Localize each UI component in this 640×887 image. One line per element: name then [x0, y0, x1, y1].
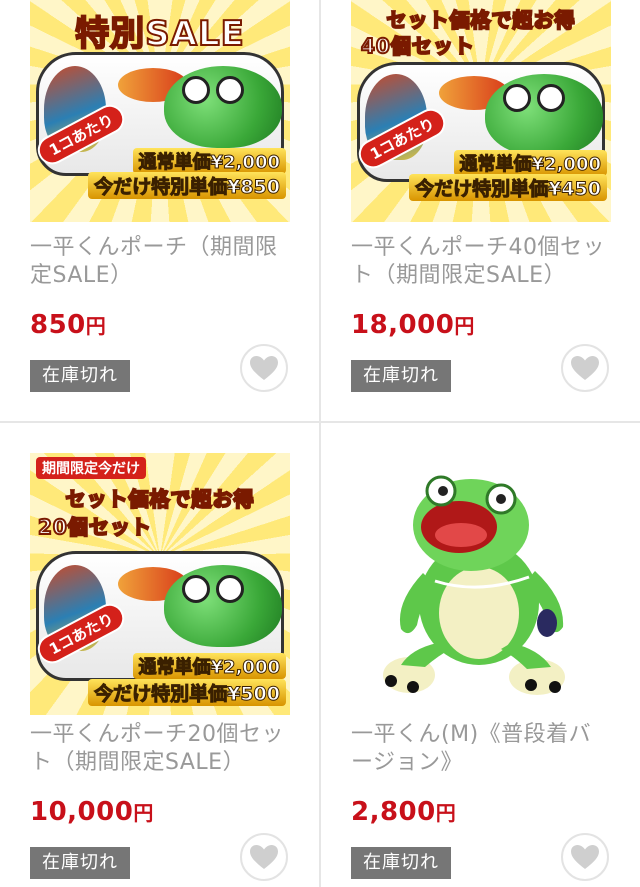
sold-out-badge: 在庫切れ: [30, 847, 130, 879]
product-title[interactable]: 一平くんポーチ（期間限定SALE）: [30, 234, 292, 290]
heart-icon: [250, 845, 278, 869]
currency-label: 円: [85, 314, 107, 338]
sold-out-badge: 在庫切れ: [351, 847, 451, 879]
promo-headline: セット価格で超お得: [65, 486, 255, 512]
promo-subheadline: 20個セット: [37, 514, 152, 540]
regular-unit-price: 通常単価¥2,000: [132, 148, 286, 174]
regular-unit-price: 通常単価¥2,000: [453, 150, 607, 176]
limited-time-tag: 期間限定今だけ: [36, 457, 146, 479]
frog-character: [164, 565, 282, 647]
heart-icon: [250, 356, 278, 380]
price-value: 18,000: [351, 310, 455, 340]
frog-character: [164, 66, 282, 148]
product-price: 10,000円: [30, 797, 154, 827]
product-image[interactable]: [351, 453, 611, 715]
product-title[interactable]: 一平くんポーチ40個セット（期間限定SALE）: [351, 234, 613, 290]
promo-banner: 期間限定今だけ セット価格で超お得 20個セット 1コあたり 通常単価¥2,00…: [30, 453, 290, 715]
price-value: 850: [30, 310, 86, 340]
product-image[interactable]: 期間限定今だけ セット価格で超お得 20個セット 1コあたり 通常単価¥2,00…: [30, 453, 290, 715]
row-divider: [0, 421, 640, 423]
favorite-button[interactable]: [240, 833, 288, 881]
sold-out-badge: 在庫切れ: [30, 360, 130, 392]
column-divider: [319, 0, 321, 887]
promo-subheadline: 40個セット: [360, 33, 475, 59]
special-unit-price: 今だけ特別単価¥850: [88, 172, 286, 199]
plush-frog-image: [383, 475, 565, 695]
sold-out-badge: 在庫切れ: [351, 360, 451, 392]
price-value: 2,800: [351, 797, 436, 827]
price-value: 10,000: [30, 797, 134, 827]
product-title[interactable]: 一平くん(M)《普段着バージョン》: [351, 721, 613, 777]
product-grid: 特別SALE 1コあたり 通常単価¥2,000 今だけ特別単価¥850 一平くん…: [0, 0, 640, 887]
promo-banner: セット価格で超お得 40個セット 1コあたり 通常単価¥2,000 今だけ特別単…: [351, 0, 611, 222]
product-image[interactable]: セット価格で超お得 40個セット 1コあたり 通常単価¥2,000 今だけ特別単…: [351, 0, 611, 222]
promo-banner: 特別SALE 1コあたり 通常単価¥2,000 今だけ特別単価¥850: [30, 0, 290, 222]
favorite-button[interactable]: [561, 833, 609, 881]
heart-icon: [571, 845, 599, 869]
special-unit-price: 今だけ特別単価¥500: [88, 679, 286, 706]
special-unit-price: 今だけ特別単価¥450: [409, 174, 607, 201]
product-title[interactable]: 一平くんポーチ20個セット（期間限定SALE）: [30, 721, 292, 777]
heart-icon: [571, 356, 599, 380]
regular-unit-price: 通常単価¥2,000: [132, 653, 286, 679]
promo-headline: 特別SALE: [74, 13, 245, 55]
product-price: 850円: [30, 310, 106, 340]
promo-headline: セット価格で超お得: [386, 7, 576, 33]
frog-character: [485, 74, 603, 156]
currency-label: 円: [133, 801, 154, 825]
product-price: 2,800円: [351, 797, 456, 827]
favorite-button[interactable]: [240, 344, 288, 392]
currency-label: 円: [454, 314, 475, 338]
currency-label: 円: [435, 801, 457, 825]
favorite-button[interactable]: [561, 344, 609, 392]
product-price: 18,000円: [351, 310, 475, 340]
plush-frog-photo: [351, 453, 611, 715]
product-image[interactable]: 特別SALE 1コあたり 通常単価¥2,000 今だけ特別単価¥850: [30, 0, 290, 222]
